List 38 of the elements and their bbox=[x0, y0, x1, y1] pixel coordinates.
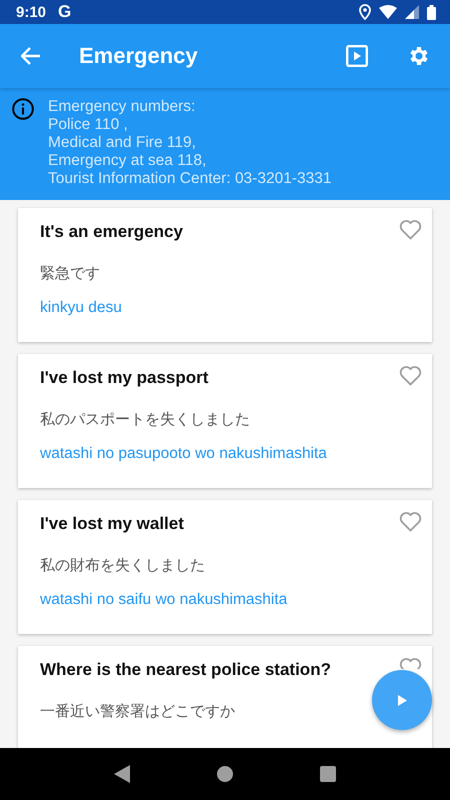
phrase-english: Where is the nearest police station? bbox=[40, 660, 332, 680]
phrase-english: I've lost my passport bbox=[40, 368, 210, 388]
location-icon bbox=[359, 4, 371, 20]
phrase-english: It's an emergency bbox=[40, 222, 184, 242]
info-text: Emergency at sea 118, bbox=[48, 152, 208, 170]
wifi-icon bbox=[379, 5, 397, 19]
phrase-romaji: watashi no pasupooto wo nakushimashita bbox=[40, 445, 328, 463]
play-icon bbox=[346, 45, 368, 67]
battery-icon bbox=[427, 4, 436, 20]
heart-icon[interactable] bbox=[399, 219, 422, 240]
status-time: 9:10 bbox=[16, 4, 46, 20]
info-text: Emergency numbers: bbox=[48, 98, 196, 116]
back-arrow-icon bbox=[21, 47, 41, 65]
info-text: Police 110 , bbox=[48, 116, 129, 134]
heart-icon[interactable] bbox=[399, 511, 422, 532]
play-icon bbox=[398, 694, 406, 706]
info-text: Medical and Fire 119, bbox=[48, 134, 197, 152]
home-icon[interactable] bbox=[216, 766, 233, 782]
back-icon[interactable] bbox=[114, 765, 130, 783]
phrase-card[interactable]: I've lost my wallet 私の財布を失くしました watashi no saifu wo nakushimashita bbox=[18, 500, 432, 634]
app-letter: G bbox=[58, 2, 72, 22]
phrase-japanese: 一番近い警察署はどこですか bbox=[40, 702, 236, 721]
screen-title: Emergency bbox=[79, 43, 199, 69]
signal-icon bbox=[405, 5, 419, 19]
phrase-japanese: 緊急です bbox=[40, 264, 101, 283]
phrase-romaji: watashi no saifu wo nakushimashita bbox=[40, 591, 288, 609]
phrase-english: I've lost my wallet bbox=[40, 514, 185, 534]
info-text: Tourist Information Center: 03-3201-3331 bbox=[48, 170, 332, 188]
phrase-card[interactable]: Where is the nearest police station? 一番近い警察署はどこですか bbox=[18, 646, 432, 748]
phrase-japanese: 私の財布を失くしました bbox=[40, 556, 206, 575]
heart-icon[interactable] bbox=[399, 657, 422, 669]
phrase-card[interactable]: I've lost my passport 私のパスポートを失くしました watashi no pasupooto wo nakushimashita bbox=[18, 354, 432, 488]
heart-icon[interactable] bbox=[399, 365, 422, 386]
phrase-card[interactable]: It's an emergency 緊急です kinkyu desu bbox=[18, 208, 432, 342]
recents-icon[interactable] bbox=[320, 766, 336, 782]
info-icon bbox=[12, 98, 34, 120]
phrase-romaji: kinkyu desu bbox=[40, 299, 123, 317]
phrase-japanese: 私のパスポートを失くしました bbox=[40, 410, 251, 429]
